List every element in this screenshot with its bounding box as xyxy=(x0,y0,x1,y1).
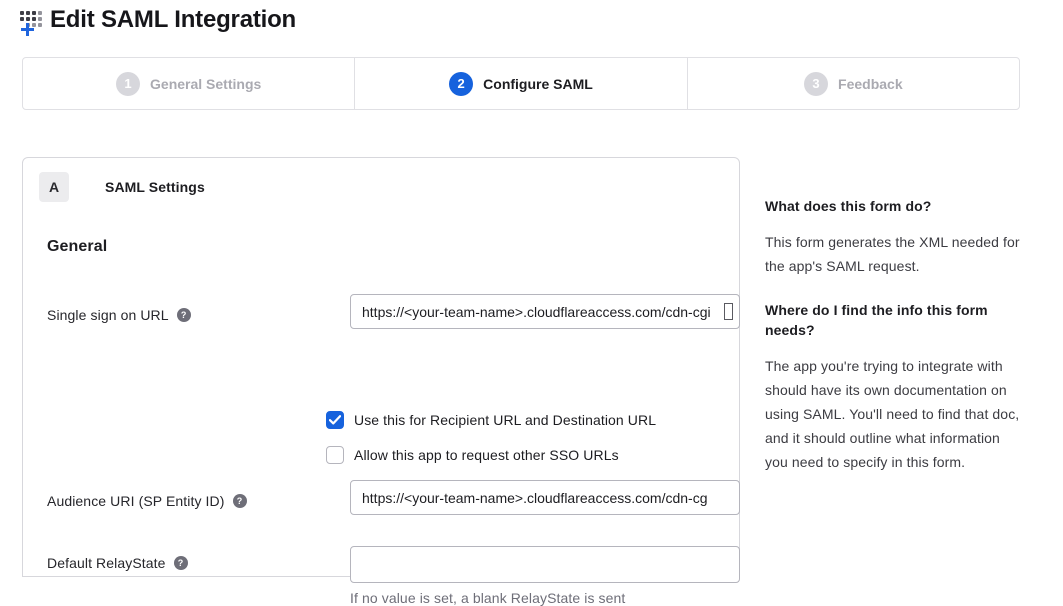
app-grid-plus-icon xyxy=(20,8,46,32)
recipient-url-checkbox-row[interactable]: Use this for Recipient URL and Destinati… xyxy=(326,411,656,429)
recipient-url-checkbox-label: Use this for Recipient URL and Destinati… xyxy=(354,412,656,428)
relay-state-input[interactable] xyxy=(350,546,740,583)
step-configure-saml[interactable]: 2 Configure SAML xyxy=(354,58,686,109)
step-2-label: Configure SAML xyxy=(483,76,593,92)
help-heading-what: What does this form do? xyxy=(765,196,1021,216)
panel-header: A SAML Settings xyxy=(23,158,739,212)
step-3-label: Feedback xyxy=(838,76,903,92)
help-heading-where: Where do I find the info this form needs… xyxy=(765,300,1021,340)
help-body-where: The app you're trying to integrate with … xyxy=(765,354,1021,474)
other-sso-checkbox-row[interactable]: Allow this app to request other SSO URLs xyxy=(326,446,619,464)
page-title: Edit SAML Integration xyxy=(50,6,296,34)
relay-state-helper-text: If no value is set, a blank RelayState i… xyxy=(350,590,625,606)
other-sso-checkbox[interactable] xyxy=(326,446,344,464)
help-body-what: This form generates the XML needed for t… xyxy=(765,230,1021,278)
section-a-badge: A xyxy=(39,172,69,202)
step-general-settings[interactable]: 1 General Settings xyxy=(23,58,354,109)
help-sidebar: What does this form do? This form genera… xyxy=(765,196,1021,496)
help-section-what: What does this form do? This form genera… xyxy=(765,196,1021,278)
step-1-number: 1 xyxy=(116,72,140,96)
help-section-where: Where do I find the info this form needs… xyxy=(765,300,1021,474)
saml-settings-panel: A SAML Settings General Single sign on U… xyxy=(22,157,740,577)
audience-uri-help-icon[interactable]: ? xyxy=(233,494,247,508)
step-1-label: General Settings xyxy=(150,76,261,92)
page-header: Edit SAML Integration xyxy=(20,6,296,34)
sso-url-input[interactable]: https://<your-team-name>.cloudflareacces… xyxy=(350,294,740,329)
sso-url-label: Single sign on URL xyxy=(47,307,169,323)
audience-uri-input[interactable]: https://<your-team-name>.cloudflareacces… xyxy=(350,480,740,515)
general-section-heading: General xyxy=(47,238,739,256)
wizard-stepper: 1 General Settings 2 Configure SAML 3 Fe… xyxy=(22,57,1020,110)
text-cursor xyxy=(724,303,733,320)
sso-url-help-icon[interactable]: ? xyxy=(177,308,191,322)
step-2-number: 2 xyxy=(449,72,473,96)
step-feedback[interactable]: 3 Feedback xyxy=(687,58,1019,109)
recipient-url-checkbox[interactable] xyxy=(326,411,344,429)
relay-state-help-icon[interactable]: ? xyxy=(174,556,188,570)
relay-state-label: Default RelayState xyxy=(47,555,166,571)
step-3-number: 3 xyxy=(804,72,828,96)
panel-title: SAML Settings xyxy=(105,179,205,195)
other-sso-checkbox-label: Allow this app to request other SSO URLs xyxy=(354,447,619,463)
audience-uri-label: Audience URI (SP Entity ID) xyxy=(47,493,225,509)
